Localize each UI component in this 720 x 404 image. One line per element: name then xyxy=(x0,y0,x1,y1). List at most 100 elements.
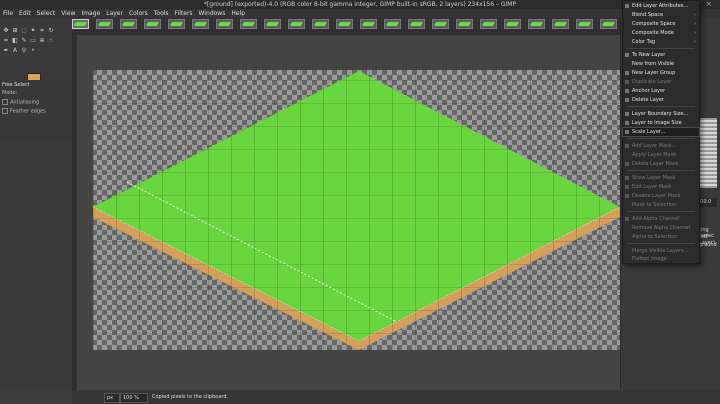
crop-tool-icon[interactable]: ⌗ xyxy=(39,28,45,34)
menu-separator xyxy=(627,243,695,244)
eraser-icon[interactable]: ▭ xyxy=(30,38,36,44)
image-tab[interactable] xyxy=(600,19,617,29)
delete-icon xyxy=(625,162,629,166)
antialiasing-checkbox[interactable] xyxy=(2,99,8,105)
menu-item-delete-layer-mask[interactable]: Delete Layer Mask xyxy=(623,160,699,168)
menu-item-merge-visible-layers[interactable]: Merge Visible Layers... xyxy=(623,247,699,255)
image-tab[interactable] xyxy=(144,19,161,29)
antialiasing-option[interactable]: Antialiasing xyxy=(2,99,39,106)
chevron-right-icon: › xyxy=(694,30,696,36)
menu-item-edit-layer-mask[interactable]: Edit Layer Mask xyxy=(623,183,699,191)
unit-selector[interactable]: px xyxy=(104,393,120,403)
edit-icon xyxy=(625,4,629,8)
menu-item-add-alpha-channel[interactable]: Add Alpha Channel xyxy=(623,215,699,223)
menu-item-anchor-layer[interactable]: Anchor Layer xyxy=(623,87,699,95)
image-tab[interactable] xyxy=(264,19,281,29)
menu-item-delete-layer[interactable]: Delete Layer xyxy=(623,96,699,104)
image-tab[interactable] xyxy=(120,19,137,29)
image-tab[interactable] xyxy=(432,19,449,29)
clone-tool-icon[interactable]: ⊕ xyxy=(39,38,45,44)
image-tab[interactable] xyxy=(288,19,305,29)
image-tab[interactable] xyxy=(576,19,593,29)
image-tab[interactable] xyxy=(96,19,113,29)
image-tab[interactable] xyxy=(312,19,329,29)
menu-item-show-layer-mask[interactable]: Show Layer Mask xyxy=(623,174,699,182)
image-tab[interactable] xyxy=(456,19,473,29)
menu-item-add-layer-mask[interactable]: Add Layer Mask... xyxy=(623,142,699,150)
menu-item-flatten-image[interactable]: Flatten Image xyxy=(623,255,699,263)
image-canvas[interactable] xyxy=(77,35,620,390)
zoom-tool-icon[interactable]: ⚬ xyxy=(30,48,36,54)
close-icon[interactable]: × xyxy=(706,0,712,9)
menu-item-layer-boundary-size[interactable]: Layer Boundary Size... xyxy=(623,110,699,118)
image-tab[interactable] xyxy=(504,19,521,29)
resize-icon xyxy=(625,112,629,116)
align-tool-icon[interactable]: ⊞ xyxy=(12,28,18,34)
menu-item-composite-mode[interactable]: Composite Mode › xyxy=(623,29,699,37)
image-tab[interactable] xyxy=(72,19,89,29)
image-tab[interactable] xyxy=(528,19,545,29)
warp-tool-icon[interactable]: ≈ xyxy=(3,38,9,44)
menu-item-scale-layer[interactable]: Scale Layer... xyxy=(622,127,700,137)
menu-item-apply-layer-mask[interactable]: Apply Layer Mask xyxy=(623,151,699,159)
smudge-tool-icon[interactable]: ☝ xyxy=(48,38,54,44)
chevron-right-icon: › xyxy=(694,21,696,27)
image-tab[interactable] xyxy=(408,19,425,29)
image-tab[interactable] xyxy=(552,19,569,29)
image-tab[interactable] xyxy=(168,19,185,29)
menu-view[interactable]: View xyxy=(58,9,78,18)
paths-tool-icon[interactable]: ✒ xyxy=(3,48,9,54)
menu-item-new-from-visible[interactable]: New from Visible xyxy=(623,60,699,68)
menu-separator xyxy=(627,48,695,49)
menu-select[interactable]: Select xyxy=(34,9,59,18)
mode-label: Mode: xyxy=(2,90,18,96)
image-tab[interactable] xyxy=(240,19,257,29)
duplicate-icon xyxy=(625,80,629,84)
chevron-right-icon: › xyxy=(694,39,696,45)
menu-item-layer-to-image-size[interactable]: Layer to Image Size xyxy=(623,119,699,127)
paintbrush-icon[interactable]: ✎ xyxy=(21,38,27,44)
feather-edges-checkbox[interactable] xyxy=(2,108,8,114)
canvas-drawing[interactable] xyxy=(77,35,620,390)
menu-filters[interactable]: Filters xyxy=(172,9,196,18)
menu-item-duplicate-layer[interactable]: Duplicate Layer xyxy=(623,78,699,86)
menu-help[interactable]: Help xyxy=(228,9,248,18)
opacity-field[interactable]: 100.0 xyxy=(697,198,717,207)
status-message: Copied pixels to the clipboard. xyxy=(152,394,229,400)
bucket-fill-icon[interactable]: ◧ xyxy=(12,38,18,44)
text-tool-icon[interactable]: A xyxy=(12,48,18,54)
menu-item-blend-space[interactable]: Blend Space › xyxy=(623,11,699,19)
fuzzy-select-tool-icon[interactable]: ✦ xyxy=(30,28,36,34)
menu-item-composite-space[interactable]: Composite Space › xyxy=(623,20,699,28)
image-tab[interactable] xyxy=(384,19,401,29)
menu-item-to-new-layer[interactable]: To New Layer xyxy=(623,51,699,59)
zoom-selector[interactable]: 100 % xyxy=(120,393,148,403)
checkbox-icon xyxy=(625,194,629,198)
menu-edit[interactable]: Edit xyxy=(16,9,34,18)
menu-item-remove-alpha-channel[interactable]: Remove Alpha Channel xyxy=(623,224,699,232)
menu-colors[interactable]: Colors xyxy=(126,9,151,18)
feather-edges-option[interactable]: Feather edges xyxy=(2,108,46,115)
move-tool-icon[interactable]: ✥ xyxy=(3,28,9,34)
image-tab[interactable] xyxy=(192,19,209,29)
pattern-preview[interactable] xyxy=(699,118,717,188)
menu-item-mask-to-selection[interactable]: Mask to Selection xyxy=(623,201,699,209)
menu-item-disable-layer-mask[interactable]: Disable Layer Mask xyxy=(623,192,699,200)
image-tab[interactable] xyxy=(336,19,353,29)
menu-file[interactable]: File xyxy=(0,9,16,18)
menu-item-new-layer-group[interactable]: New Layer Group xyxy=(623,69,699,77)
menu-item-alpha-to-selection[interactable]: Alpha to Selection xyxy=(623,233,699,241)
image-tab[interactable] xyxy=(360,19,377,29)
image-tab[interactable] xyxy=(480,19,497,29)
menu-item-color-tag[interactable]: Color Tag › xyxy=(623,38,699,46)
color-picker-icon[interactable]: ⚲ xyxy=(21,48,27,54)
menu-image[interactable]: Image xyxy=(78,9,103,18)
image-tab[interactable] xyxy=(216,19,233,29)
menu-tools[interactable]: Tools xyxy=(151,9,172,18)
rotate-tool-icon[interactable]: ↻ xyxy=(48,28,54,34)
menu-layer[interactable]: Layer xyxy=(103,9,126,18)
free-select-tool-icon[interactable]: ◌ xyxy=(21,28,27,34)
menu-item-edit-layer-attributes[interactable]: Edit Layer Attributes... xyxy=(623,2,699,10)
scale-icon xyxy=(625,130,629,134)
menu-windows[interactable]: Windows xyxy=(196,9,229,18)
